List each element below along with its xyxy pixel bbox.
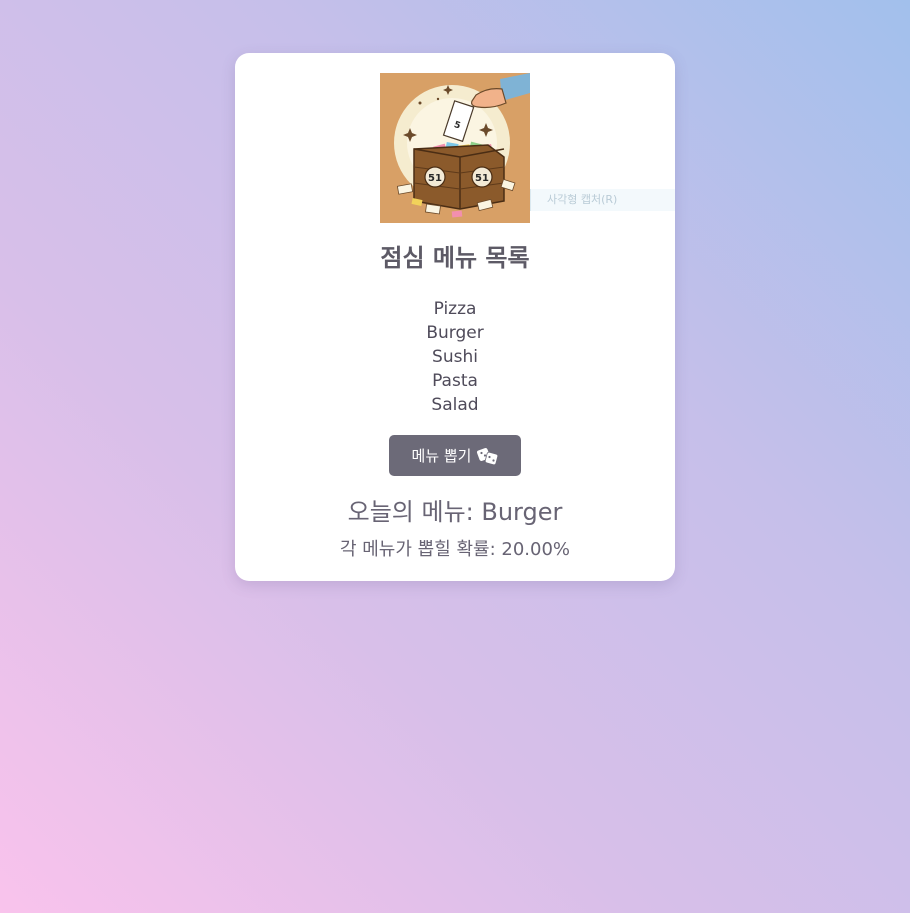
draw-menu-button[interactable]: 메뉴 뽑기	[389, 435, 521, 476]
capture-tooltip: 사각형 캡처(R)	[530, 189, 675, 211]
menu-list: Pizza Burger Sushi Pasta Salad	[235, 297, 675, 417]
svg-text:51: 51	[475, 173, 489, 184]
menu-card: 5 51 51 사각형 캡처(R) 점심 메뉴 목록 Pizza Burger …	[235, 53, 675, 581]
svg-text:51: 51	[428, 173, 442, 184]
menu-item-pizza: Pizza	[433, 299, 477, 319]
dice-icon	[476, 447, 499, 465]
ballot-box-illustration: 5 51 51	[380, 73, 530, 223]
menu-item-sushi: Sushi	[432, 347, 478, 367]
menu-item-burger: Burger	[426, 323, 484, 343]
menu-item-salad: Salad	[431, 395, 479, 415]
menu-item-pasta: Pasta	[432, 371, 478, 391]
draw-button-label: 메뉴 뽑기	[411, 447, 472, 465]
probability-text: 각 메뉴가 뽑힐 확률: 20.00%	[339, 539, 571, 560]
page-title: 점심 메뉴 목록	[380, 244, 530, 272]
result-text: 오늘의 메뉴: Burger	[347, 498, 563, 526]
